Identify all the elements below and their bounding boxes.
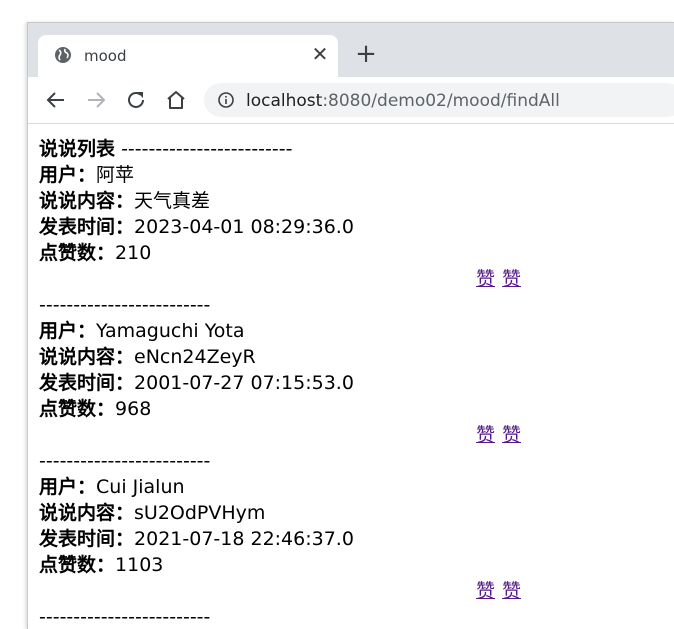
url-text[interactable]: localhost:8080/demo02/mood/findAll <box>246 91 560 111</box>
post-content: sU2OdPVHym <box>134 502 266 524</box>
likes-label: 点赞数： <box>39 242 116 264</box>
tab-title: mood <box>84 47 127 65</box>
post-item: 用户：Cui Jialun 说说内容：sU2OdPVHym 发表时间：2021-… <box>39 474 659 629</box>
reload-icon[interactable] <box>124 88 148 112</box>
post-user: 阿苹 <box>96 164 135 186</box>
like-link[interactable]: 赞 <box>502 578 521 604</box>
post-time: 2023-04-01 08:29:36.0 <box>134 216 354 238</box>
content-label: 说说内容： <box>39 502 135 524</box>
post-user: Yamaguchi Yota <box>96 320 245 342</box>
post-item: 用户：阿苹 说说内容：天气真差 发表时间：2023-04-01 08:29:36… <box>39 162 659 318</box>
url-host: localhost <box>246 91 323 111</box>
post-item: 用户：Yamaguchi Yota 说说内容：eNcn24ZeyR 发表时间：2… <box>39 318 659 474</box>
browser-window: mood ✕ + localhost:8080/demo02/mood/find… <box>27 22 674 629</box>
post-likes: 1103 <box>115 554 164 576</box>
back-arrow-icon[interactable] <box>44 88 68 112</box>
page-content: 说说列表 ------------------------- 用户：阿苹 说说内… <box>39 136 659 629</box>
list-header: 说说列表 ------------------------- <box>39 136 659 162</box>
like-link[interactable]: 赞 <box>476 578 495 604</box>
separator: ------------------------- <box>39 450 211 472</box>
page-title: 说说列表 <box>39 138 116 160</box>
home-icon[interactable] <box>164 88 188 112</box>
post-content: 天气真差 <box>134 190 211 212</box>
forward-arrow-icon[interactable] <box>84 88 108 112</box>
likes-label: 点赞数： <box>39 554 116 576</box>
time-label: 发表时间： <box>39 372 135 394</box>
like-link[interactable]: 赞 <box>476 422 495 448</box>
post-time: 2001-07-27 07:15:53.0 <box>134 372 354 394</box>
post-time: 2021-07-18 22:46:37.0 <box>134 528 354 550</box>
url-path: :8080/demo02/mood/findAll <box>322 91 560 111</box>
address-bar[interactable]: localhost:8080/demo02/mood/findAll <box>204 83 674 117</box>
content-label: 说说内容： <box>39 346 135 368</box>
time-label: 发表时间： <box>39 216 135 238</box>
new-tab-button[interactable]: + <box>354 41 378 67</box>
header-dashes: ------------------------- <box>121 138 293 160</box>
likes-label: 点赞数： <box>39 398 116 420</box>
like-links: 赞 赞 <box>39 422 659 448</box>
tab-mood[interactable]: mood ✕ <box>38 35 338 77</box>
close-icon[interactable]: ✕ <box>310 44 330 64</box>
toolbar: localhost:8080/demo02/mood/findAll <box>28 77 674 124</box>
user-label: 用户： <box>39 476 97 498</box>
post-likes: 210 <box>115 242 152 264</box>
post-user: Cui Jialun <box>96 476 185 498</box>
user-label: 用户： <box>39 320 97 342</box>
like-links: 赞 赞 <box>39 266 659 292</box>
like-link[interactable]: 赞 <box>476 266 495 292</box>
post-content: eNcn24ZeyR <box>134 346 256 368</box>
info-icon[interactable] <box>218 92 234 108</box>
separator: ------------------------- <box>39 606 211 628</box>
tab-strip: mood ✕ + <box>28 23 674 77</box>
globe-icon <box>54 46 72 64</box>
like-link[interactable]: 赞 <box>502 422 521 448</box>
separator: ------------------------- <box>39 294 211 316</box>
like-link[interactable]: 赞 <box>502 266 521 292</box>
content-label: 说说内容： <box>39 190 135 212</box>
post-likes: 968 <box>115 398 152 420</box>
time-label: 发表时间： <box>39 528 135 550</box>
user-label: 用户： <box>39 164 97 186</box>
like-links: 赞 赞 <box>39 578 659 604</box>
